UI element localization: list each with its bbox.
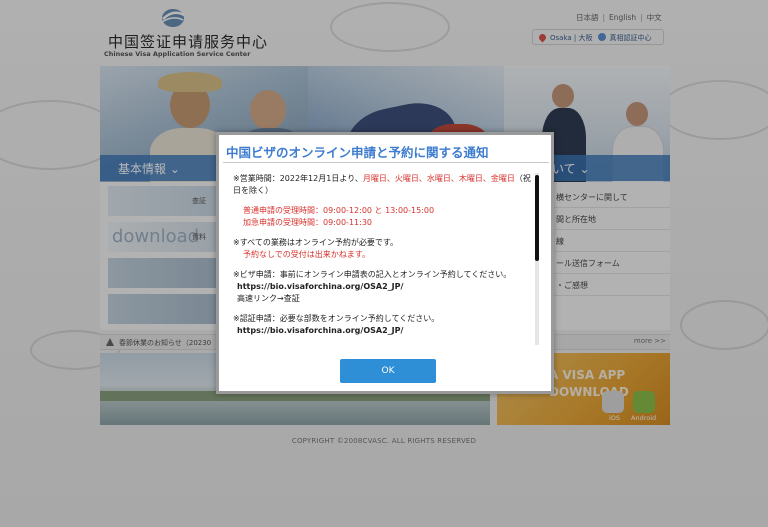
- hours-prefix: ※営業時間：2022年12月1日より、: [233, 174, 363, 183]
- visa-intro: ※ビザ申請：事前にオンライン申請表の記入とオンライン予約してください。: [233, 270, 512, 279]
- dialog-scrollbar[interactable]: [535, 173, 539, 345]
- normal-hours: 普通申請の受理時間：09:00-12:00 と 13:00-15:00: [243, 206, 435, 215]
- visa-fast-link[interactable]: 高速リンク→查証: [233, 293, 533, 305]
- divider: [223, 162, 549, 163]
- visa-url-link[interactable]: https://bio.visaforchina.org/OSA2_JP/: [233, 281, 533, 293]
- auth-intro: ※認証申請：必要な部数をオンライン予約してください。: [233, 314, 440, 323]
- no-reservation: 予約なしでの受付は出来かねます。: [243, 250, 370, 259]
- auth-url-link[interactable]: https://bio.visaforchina.org/OSA2_JP/: [233, 325, 533, 337]
- scroll-thumb[interactable]: [535, 175, 539, 261]
- dialog-body: ※営業時間：2022年12月1日より、月曜日、火曜日、水曜日、木曜日、金曜日（祝…: [233, 173, 533, 343]
- notice-dialog: 中国ビザのオンライン申請と予約に関する通知 ※営業時間：2022年12月1日より…: [216, 132, 554, 394]
- business-hours: ※営業時間：2022年12月1日より、月曜日、火曜日、水曜日、木曜日、金曜日（祝…: [233, 173, 533, 197]
- dialog-title: 中国ビザのオンライン申請と予約に関する通知: [226, 145, 489, 160]
- hours-days: 月曜日、火曜日、水曜日、木曜日、金曜日: [362, 174, 515, 183]
- ok-button[interactable]: OK: [340, 359, 436, 383]
- express-hours: 加急申請の受理時間：09:00-11:30: [243, 218, 372, 227]
- reservation-required: ※すべての業務はオンライン予約が必要です。: [233, 238, 399, 247]
